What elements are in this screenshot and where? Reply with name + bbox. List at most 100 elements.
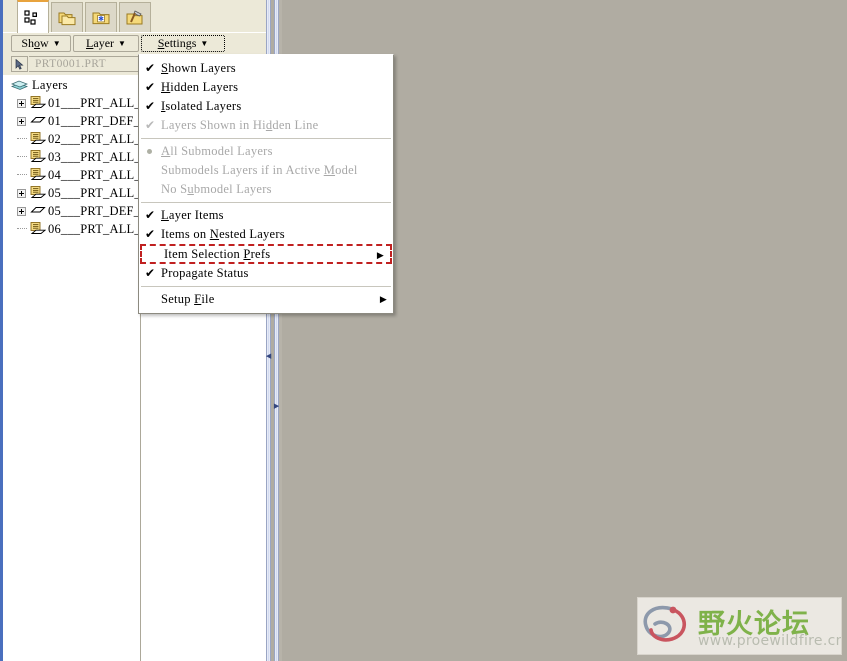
expand-toggle-icon[interactable] <box>17 117 26 126</box>
tree-connector <box>17 228 27 230</box>
layer-tree-item[interactable]: 05___PRT_ALL_DTM_CSYS <box>3 184 143 202</box>
layer-items-icon <box>30 222 47 236</box>
layer-name-label: 01___PRT_ALL_DTM_PLN <box>48 96 143 110</box>
layer-tree-item[interactable]: 03___PRT_ALL_CURVES <box>3 148 143 166</box>
tree-connector <box>17 156 27 158</box>
layer-tree-item[interactable]: 01___PRT_ALL_DTM_PLN <box>3 94 143 112</box>
chevron-down-icon: ▼ <box>52 38 61 48</box>
settings-dropdown-menu[interactable]: ✔ Shown Layers ✔ Hidden Layers ✔ Isolated Lay… <box>138 54 394 314</box>
layer-tree-item[interactable]: 05___PRT_DEF_DTM_CSYS <box>3 202 143 220</box>
menu-item-layer-items[interactable]: ✔ Layer Items <box>139 206 393 225</box>
menu-item-propagate-status[interactable]: ✔ Propagate Status <box>139 264 393 283</box>
panel-tab-strip: ✱ <box>3 0 271 33</box>
watermark-text: 野火论坛 www.proewildfire.cn <box>698 600 841 652</box>
settings-menu-button[interactable]: Settings ▼ <box>141 35 225 52</box>
datum-plane-icon <box>30 204 46 218</box>
layer-menu-button[interactable]: Layer ▼ <box>73 35 139 52</box>
layer-toolbar: Show ▼ Layer ▼ Settings ▼ <box>3 32 271 54</box>
menu-item-all-submodel-layers: All Submodel Layers <box>139 142 393 161</box>
layer-tree-rows: 01___PRT_ALL_DTM_PLN 01___PRT_DEF_DTM_PLN… <box>3 94 143 238</box>
layer-tree-item[interactable]: 01___PRT_DEF_DTM_PLN <box>3 112 143 130</box>
svg-text:✱: ✱ <box>98 15 104 23</box>
arrow-cursor-icon <box>15 58 24 70</box>
show-menu-button[interactable]: Show ▼ <box>11 35 71 52</box>
layer-name-label: 05___PRT_DEF_DTM_CSYS <box>48 204 143 218</box>
menu-item-label: Isolated Layers <box>161 99 242 113</box>
layer-tree-item[interactable]: 04___PRT_ALL_DTM_PNT <box>3 166 143 184</box>
menu-separator <box>141 286 391 287</box>
layer-tree-item[interactable]: 02___PRT_ALL_AXES <box>3 130 143 148</box>
layer-name-label: 06___PRT_ALL_SURFS <box>48 222 143 236</box>
checkmark-icon: ✔ <box>145 266 156 280</box>
model-tree-icon <box>24 9 38 25</box>
model-name-combo[interactable]: PRT0001.PRT <box>29 56 139 72</box>
menu-item-shown-layers[interactable]: ✔ Shown Layers <box>139 59 393 78</box>
show-menu-label: Show <box>21 36 49 50</box>
layer-name-label: 01___PRT_DEF_DTM_PLN <box>48 114 143 128</box>
layer-tree-root-label: Layers <box>32 77 68 92</box>
collapse-left-arrow[interactable]: ◀ <box>266 350 271 362</box>
layer-items-icon <box>30 96 47 110</box>
layer-tree-item[interactable]: 06___PRT_ALL_SURFS <box>3 220 143 238</box>
tree-connector <box>17 138 27 140</box>
tree-connector <box>17 174 27 176</box>
layer-tree-root[interactable]: Layers <box>3 76 143 94</box>
checkmark-icon: ✔ <box>145 99 156 113</box>
expand-toggle-icon[interactable] <box>17 189 26 198</box>
menu-item-label: All Submodel Layers <box>161 144 273 158</box>
submenu-arrow-icon: ▶ <box>379 294 387 304</box>
menu-item-item-selection-prefs[interactable]: Item Selection Prefs ▶ <box>140 244 392 264</box>
tools-tab[interactable] <box>119 2 151 32</box>
layer-items-icon <box>30 150 47 164</box>
settings-menu-label: Settings <box>157 36 197 50</box>
folder-star-icon: ✱ <box>92 12 110 25</box>
menu-item-submodels-layers-if-in-active-model: Submodels Layers if in Active Model <box>139 161 393 180</box>
model-tree-tab[interactable] <box>17 0 49 33</box>
folder-hammer-icon <box>126 10 143 25</box>
expand-toggle-icon[interactable] <box>17 207 26 216</box>
menu-item-label: Item Selection Prefs <box>164 246 271 261</box>
layers-stack-icon <box>11 80 28 90</box>
menu-item-isolated-layers[interactable]: ✔ Isolated Layers <box>139 97 393 116</box>
watermark-url: www.proewildfire.cn <box>698 633 842 649</box>
menu-item-label: Layer Items <box>161 208 224 222</box>
menu-separator <box>141 138 391 139</box>
select-cursor-button[interactable] <box>11 56 28 72</box>
forum-watermark: 野火论坛 www.proewildfire.cn <box>637 597 842 655</box>
menu-item-label: Submodels Layers if in Active Model <box>161 163 358 177</box>
radio-bullet-icon <box>147 149 152 154</box>
layer-menu-label: Layer <box>86 36 115 50</box>
checkmark-icon: ✔ <box>145 80 156 94</box>
checkmark-icon: ✔ <box>145 61 156 75</box>
submenu-arrow-icon: ▶ <box>376 250 384 260</box>
layer-name-label: 04___PRT_ALL_DTM_PNT <box>48 168 143 182</box>
menu-item-hidden-layers[interactable]: ✔ Hidden Layers <box>139 78 393 97</box>
layer-name-label: 05___PRT_ALL_DTM_CSYS <box>48 186 143 200</box>
checkmark-icon: ✔ <box>145 208 156 222</box>
menu-item-no-submodel-layers: No Submodel Layers <box>139 180 393 199</box>
menu-item-label: Layers Shown in Hidden Line <box>161 118 319 132</box>
menu-item-label: No Submodel Layers <box>161 182 272 196</box>
checkmark-icon: ✔ <box>145 118 156 132</box>
menu-item-label: Items on Nested Layers <box>161 227 285 241</box>
menu-item-items-on-nested-layers[interactable]: ✔ Items on Nested Layers <box>139 225 393 244</box>
menu-separator <box>141 202 391 203</box>
menu-item-setup-file[interactable]: Setup File ▶ <box>139 290 393 309</box>
layer-name-label: 02___PRT_ALL_AXES <box>48 132 143 146</box>
layer-tree-clip: Layers 01___PRT_ALL_DTM_PLN 01___PRT_DEF_… <box>3 76 143 661</box>
menu-item-label: Propagate Status <box>161 266 249 280</box>
layer-items-icon <box>30 132 47 146</box>
folders-icon <box>58 12 76 26</box>
layer-items-icon <box>30 168 47 182</box>
layer-items-icon <box>30 186 47 200</box>
chevron-down-icon: ▼ <box>118 38 126 48</box>
favorites-tab[interactable]: ✱ <box>85 2 117 32</box>
datum-plane-icon <box>30 114 46 128</box>
menu-item-label: Hidden Layers <box>161 80 239 94</box>
watermark-logo-icon <box>643 606 687 642</box>
menu-item-label: Shown Layers <box>161 61 236 75</box>
menu-item-layers-shown-in-hidden-line: ✔ Layers Shown in Hidden Line <box>139 116 393 135</box>
menu-item-label: Setup File <box>161 292 215 306</box>
expand-toggle-icon[interactable] <box>17 99 26 108</box>
folder-browser-tab[interactable] <box>51 2 83 32</box>
